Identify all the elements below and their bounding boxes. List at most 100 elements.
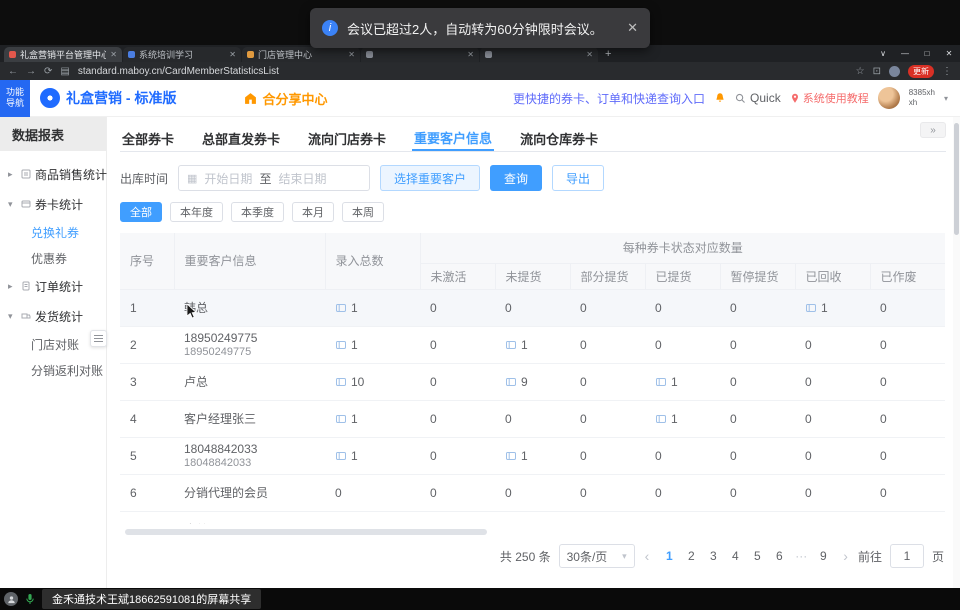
pager-page[interactable]: 2 [681, 544, 701, 568]
count-value: 0 [880, 338, 887, 352]
table-row[interactable]: 3卢总100901000 [120, 363, 945, 400]
reload-icon[interactable]: ⟳ [44, 66, 52, 77]
count-cell: 0 [570, 511, 645, 524]
browser-menu-icon[interactable]: ⋮ [942, 66, 952, 77]
count-cell: 10 [325, 363, 420, 400]
user-menu-caret-icon[interactable]: ▾ [944, 94, 948, 103]
page-info-icon[interactable]: ▤ [60, 66, 69, 77]
page-size-select[interactable]: 30条/页 ▾ [559, 544, 635, 568]
chip-this-week[interactable]: 本周 [342, 202, 384, 222]
sidebar-item-label: 分销返利对账 [31, 362, 103, 379]
meeting-user-icon [4, 592, 18, 606]
sidebar-item-shipping-stats[interactable]: ▾ 发货统计 [0, 301, 106, 331]
date-range-input[interactable]: ▦ 开始日期 至 结束日期 [178, 165, 370, 191]
sidebar-item-product-sales[interactable]: ▸ 商品销售统计 [0, 159, 106, 189]
count-value: 0 [805, 486, 812, 500]
search-button[interactable]: 查询 [490, 165, 542, 191]
count-cell: 0 [570, 289, 645, 326]
user-avatar[interactable] [878, 87, 900, 109]
tab-search-icon[interactable]: ∨ [872, 49, 894, 58]
table-body: 1韩总1000001021895024977518950249775101000… [120, 289, 945, 524]
toast-close-icon[interactable]: ✕ [627, 20, 638, 36]
chip-this-year[interactable]: 本年度 [170, 202, 223, 222]
tutorial-link[interactable]: 系统使用教程 [790, 90, 869, 106]
browser-tab[interactable]: 门店管理中心✕ [242, 47, 360, 62]
tab-close-icon[interactable]: ✕ [467, 50, 474, 59]
sidebar-item-discount-coupon[interactable]: 优惠券 [0, 245, 106, 271]
count-value: 0 [805, 375, 812, 389]
sidebar-item-exchange-coupon[interactable]: 兑换礼券 [0, 219, 106, 245]
chip-this-month[interactable]: 本月 [292, 202, 334, 222]
tab-warehouse-flow-cards[interactable]: 流向仓库券卡 [518, 125, 600, 151]
browser-tab[interactable]: ✕ [480, 47, 598, 62]
table-row[interactable]: 1韩总10000010 [120, 289, 945, 326]
back-icon[interactable]: ← [8, 66, 18, 77]
pager-page[interactable]: 3 [703, 544, 723, 568]
next-page-button[interactable]: › [841, 548, 850, 564]
window-maximize-button[interactable]: □ [916, 49, 938, 58]
chip-this-quarter[interactable]: 本季度 [231, 202, 284, 222]
pager-page[interactable]: 4 [725, 544, 745, 568]
panel-collapse-button[interactable]: » [920, 122, 946, 138]
count-cell: 0 [570, 326, 645, 363]
sidebar-item-label: 券卡统计 [35, 196, 83, 213]
sidebar-item-distribution-rebate[interactable]: 分销返利对账 [0, 357, 106, 383]
select-customer-button[interactable]: 选择重要客户 [380, 165, 480, 191]
tab-close-icon[interactable]: ✕ [110, 50, 117, 59]
microphone-icon[interactable] [24, 593, 36, 605]
tab-important-customers[interactable]: 重要客户信息 [412, 125, 494, 151]
location-pin-icon [790, 93, 800, 104]
tab-all-cards[interactable]: 全部券卡 [120, 125, 176, 151]
sidebar-item-card-stats[interactable]: ▾ 券卡统计 [0, 189, 106, 219]
share-center-link[interactable]: 合分享中心 [244, 89, 327, 108]
browser-tab[interactable]: ✕ [361, 47, 479, 62]
window-close-button[interactable]: ✕ [938, 49, 960, 58]
table-row[interactable]: 4客户经理张三10001000 [120, 400, 945, 437]
order-icon [21, 281, 31, 291]
count-cell: 1 [325, 400, 420, 437]
vertical-scrollbar-thumb[interactable] [954, 123, 959, 235]
sidebar-collapse-handle[interactable] [90, 330, 107, 347]
url-text[interactable]: standard.maboy.cn/CardMemberStatisticsLi… [78, 66, 279, 77]
pager-page[interactable]: 9 [813, 544, 833, 568]
table-row[interactable]: 2189502497751895024977510100000 [120, 326, 945, 363]
tab-close-icon[interactable]: ✕ [586, 50, 593, 59]
horizontal-scrollbar[interactable] [125, 529, 487, 535]
end-date-placeholder: 结束日期 [278, 170, 326, 187]
count-value: 0 [655, 486, 662, 500]
customer-cell: 客户经理张三 [174, 400, 325, 437]
table-row[interactable]: 7唐总2001801000 [120, 511, 945, 524]
export-button[interactable]: 导出 [552, 165, 604, 191]
brand-logo-icon [40, 88, 60, 108]
sidebar-item-order-stats[interactable]: ▸ 订单统计 [0, 271, 106, 301]
quick-search[interactable]: Quick [735, 91, 781, 105]
count-value: 20 [351, 523, 364, 525]
new-tab-button[interactable]: + [605, 47, 611, 62]
function-nav-button[interactable]: 功能 导航 [0, 80, 30, 117]
browser-tab[interactable]: 礼盒营销平台管理中心✕ [4, 47, 122, 62]
prev-page-button[interactable]: ‹ [643, 548, 652, 564]
goto-page-input[interactable]: 1 [890, 544, 924, 568]
extensions-icon[interactable]: ⊡ [873, 66, 881, 77]
pager-page[interactable]: 5 [747, 544, 767, 568]
table-row[interactable]: 6分销代理的会员00000000 [120, 474, 945, 511]
col-recycled: 已回收 [795, 263, 870, 289]
tab-close-icon[interactable]: ✕ [348, 50, 355, 59]
forward-icon[interactable]: → [26, 66, 36, 77]
browser-tab[interactable]: 系统培训学习✕ [123, 47, 241, 62]
vertical-scrollbar[interactable] [953, 117, 960, 588]
table-row[interactable]: 5180488420331804884203310100000 [120, 437, 945, 474]
brand[interactable]: 礼盒营销 - 标准版 [40, 88, 176, 108]
window-minimize-button[interactable]: — [894, 49, 916, 58]
browser-profile-avatar[interactable] [889, 66, 900, 77]
browser-update-badge[interactable]: 更新 [908, 65, 934, 78]
pager-page[interactable]: 1 [659, 544, 679, 568]
tab-hq-direct-cards[interactable]: 总部直发券卡 [200, 125, 282, 151]
customer-name: 18048842033 [184, 442, 315, 456]
pager-page[interactable]: 6 [769, 544, 789, 568]
tab-close-icon[interactable]: ✕ [229, 50, 236, 59]
card-count-icon [505, 376, 517, 388]
tab-store-flow-cards[interactable]: 流向门店券卡 [306, 125, 388, 151]
chip-all[interactable]: 全部 [120, 202, 162, 222]
bookmark-star-icon[interactable]: ☆ [856, 66, 865, 77]
